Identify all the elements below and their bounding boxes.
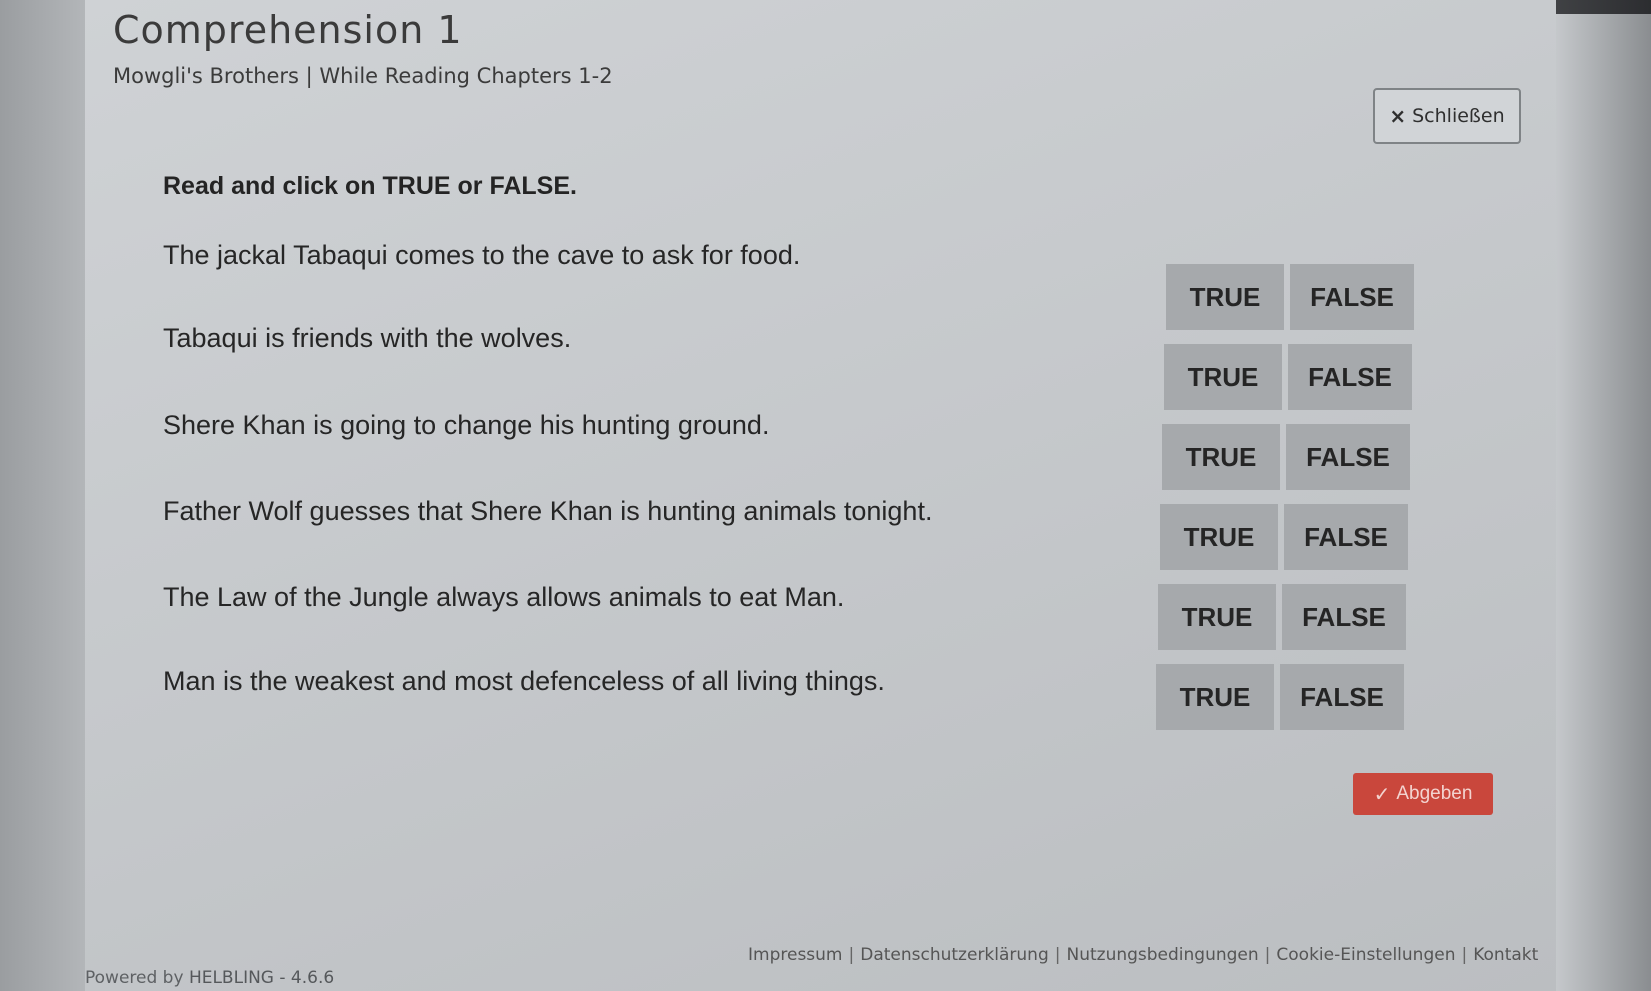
exercise-panel: Comprehension 1 Mowgli's Brothers | Whil… [85,0,1556,991]
true-button-4[interactable]: TRUE [1160,504,1278,570]
right-gutter [1556,14,1651,991]
check-icon: ✓ [1373,783,1391,806]
close-label: Schließen [1412,105,1505,127]
false-button-3[interactable]: FALSE [1286,424,1410,490]
close-icon: × [1389,104,1407,128]
instruction-text: Read and click on TRUE or FALSE. [163,172,577,200]
statement-3: Shere Khan is going to change his huntin… [163,410,770,440]
footer-link-nutzungsbedingungen[interactable]: Nutzungsbedingungen [1066,945,1258,965]
false-button-1[interactable]: FALSE [1290,264,1414,330]
footer-links: Impressum | Datenschutzerklärung | Nutzungsb… [748,945,1539,965]
false-button-2[interactable]: FALSE [1288,344,1412,410]
footer-link-datenschutz[interactable]: Datenschutzerklärung [860,945,1049,965]
true-button-3[interactable]: TRUE [1162,424,1280,490]
submit-button[interactable]: ✓ Abgeben [1353,773,1493,815]
powered-brand: HELBLING - 4.6.6 [188,968,335,988]
statement-4: Father Wolf guesses that Shere Khan is h… [163,496,933,526]
answer-group-1: TRUE FALSE [1166,264,1414,330]
true-button-6[interactable]: TRUE [1156,664,1274,730]
answer-group-6: TRUE FALSE [1156,664,1404,730]
submit-label: Abgeben [1396,783,1473,804]
statement-2: Tabaqui is friends with the wolves. [163,323,572,353]
true-button-1[interactable]: TRUE [1166,264,1284,330]
answer-group-2: TRUE FALSE [1164,344,1412,410]
powered-prefix: Powered by [85,968,189,988]
answer-group-5: TRUE FALSE [1158,584,1406,650]
statement-1: The jackal Tabaqui comes to the cave to … [163,240,801,270]
false-button-5[interactable]: FALSE [1282,584,1406,650]
true-button-2[interactable]: TRUE [1164,344,1282,410]
page-title: Comprehension 1 [113,8,463,52]
false-button-6[interactable]: FALSE [1280,664,1404,730]
statement-6: Man is the weakest and most defenceless … [163,666,885,696]
close-button[interactable]: × Schließen [1373,88,1521,144]
false-button-4[interactable]: FALSE [1284,504,1408,570]
page-subtitle: Mowgli's Brothers | While Reading Chapte… [113,64,613,88]
powered-by: Powered by HELBLING - 4.6.6 [85,968,334,988]
answer-group-4: TRUE FALSE [1160,504,1408,570]
footer-link-kontakt[interactable]: Kontakt [1473,945,1538,965]
footer-link-impressum[interactable]: Impressum [748,945,843,965]
left-gutter [0,0,85,991]
true-button-5[interactable]: TRUE [1158,584,1276,650]
statement-5: The Law of the Jungle always allows anim… [163,582,845,612]
footer-link-cookie-einstellungen[interactable]: Cookie-Einstellungen [1276,945,1455,965]
answer-group-3: TRUE FALSE [1162,424,1410,490]
